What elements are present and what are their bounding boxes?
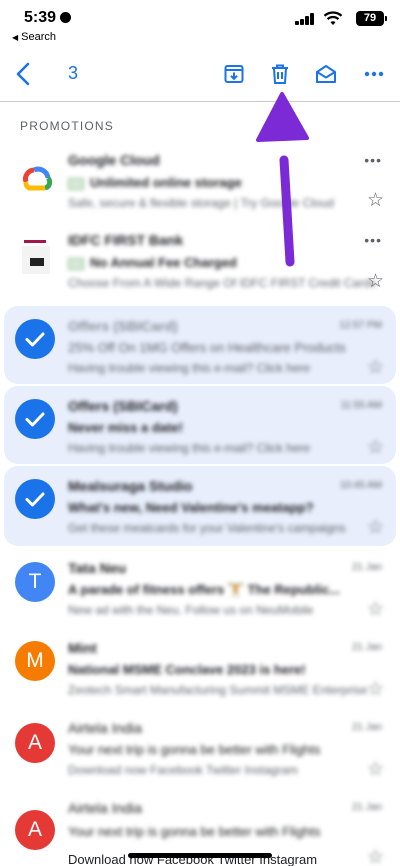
location-icon — [60, 12, 72, 23]
back-triangle-icon: ◀ — [12, 33, 19, 42]
email-sender: IDFC FIRST Bank — [68, 232, 184, 248]
google-cloud-logo — [23, 166, 53, 191]
archive-icon[interactable] — [222, 62, 246, 86]
star-icon[interactable]: ☆ — [367, 848, 384, 866]
battery-indicator: 79 — [356, 11, 387, 26]
email-snippet: New ad with the Neu. Follow us on NeuMob… — [68, 603, 314, 617]
status-bar: 5:39 ◀ Search 79 — [0, 0, 400, 48]
selection-toolbar: 3 — [0, 48, 400, 102]
star-icon[interactable]: ☆ — [367, 680, 384, 699]
star-icon[interactable]: ☆ — [367, 191, 384, 210]
checkmark-icon — [25, 332, 45, 347]
email-date: 11:55 AM — [340, 400, 382, 411]
email-date: 10:45 AM — [339, 480, 382, 491]
email-sender: Mealsuraga Studio — [68, 478, 193, 494]
email-date: 21 Jan — [351, 562, 382, 573]
sender-avatar: A — [15, 723, 55, 763]
mark-read-icon[interactable] — [314, 62, 338, 86]
email-sender: Offers (SBICard) — [68, 318, 178, 334]
email-row[interactable]: M Mint National MSME Conclave 2023 is he… — [0, 628, 400, 708]
email-date: 12:57 PM — [339, 320, 382, 331]
email-row-selected[interactable]: Offers (SBICard) 25% Off On 1MG Offers o… — [4, 306, 396, 384]
email-row-selected[interactable]: Offers (SBICard) Never miss a date! Havi… — [4, 386, 396, 464]
email-subject: Never miss a date! — [68, 420, 183, 435]
email-subject: National MSME Conclave 2023 is here! — [68, 662, 306, 677]
sender-avatar: A — [15, 810, 55, 850]
selected-check-avatar[interactable] — [15, 479, 55, 519]
email-sender: Offers (SBICard) — [68, 398, 178, 414]
row-more-icon[interactable]: ••• — [364, 232, 382, 248]
email-subject: Your next trip is gonna be better with F… — [68, 824, 321, 839]
email-date: 21 Jan — [351, 722, 382, 733]
email-row[interactable]: T Tata Neu A parade of fitness offers 🏋 … — [0, 548, 400, 628]
star-icon[interactable]: ☆ — [367, 760, 384, 779]
email-subject: Unlimited online storage — [68, 175, 242, 190]
email-date: 21 Jan — [351, 802, 382, 813]
selected-count: 3 — [68, 63, 79, 83]
email-snippet: Having trouble viewing this e-mail? Clic… — [68, 361, 311, 375]
email-snippet: Choose From A Wide Range Of IDFC FIRST C… — [68, 276, 376, 290]
delete-icon[interactable] — [268, 62, 292, 86]
email-sender: Google Cloud — [68, 152, 160, 168]
more-options-icon[interactable] — [362, 62, 386, 86]
cellular-signal-icon — [295, 13, 315, 25]
email-sender: Airtela India — [68, 720, 142, 736]
star-icon[interactable]: ☆ — [367, 272, 384, 291]
star-icon[interactable]: ☆ — [367, 518, 384, 537]
star-icon[interactable]: ☆ — [367, 600, 384, 619]
email-snippet: Having trouble viewing this e-mail? Clic… — [68, 441, 311, 455]
section-label: PROMOTIONS — [20, 119, 115, 133]
back-arrow-icon[interactable] — [12, 60, 36, 88]
email-subject: Your next trip is gonna be better with F… — [68, 742, 321, 757]
email-date: 21 Jan — [351, 642, 382, 653]
star-icon[interactable]: ☆ — [367, 438, 384, 457]
email-snippet: Download now Facebook Twitter Instagram — [68, 763, 298, 777]
bank-logo — [22, 240, 50, 274]
star-icon[interactable]: ☆ — [367, 358, 384, 377]
email-snippet: Safe, secure & flexible storage | Try Go… — [68, 196, 334, 210]
email-sender: Tata Neu — [68, 560, 127, 576]
checkmark-icon — [25, 412, 45, 427]
email-snippet: Get these meatcards for your Valentine's… — [68, 521, 346, 535]
home-indicator — [128, 853, 272, 858]
status-time: 5:39 — [24, 9, 72, 27]
email-subject: What's new, Need Valentine's meatapp? — [68, 500, 314, 515]
row-more-icon[interactable]: ••• — [364, 152, 382, 168]
sender-avatar: T — [15, 562, 55, 602]
email-row[interactable]: Google Cloud Unlimited online storage Sa… — [0, 140, 400, 220]
email-row[interactable]: A Airtela India Your next trip is gonna … — [0, 708, 400, 788]
checkmark-icon — [25, 492, 45, 507]
email-subject: No Annual Fee Charged — [68, 255, 237, 270]
email-sender: Airtela India — [68, 800, 142, 816]
sender-avatar: M — [15, 641, 55, 681]
email-subject: 25% Off On 1MG Offers on Healthcare Prod… — [68, 340, 346, 355]
selected-check-avatar[interactable] — [15, 399, 55, 439]
selected-check-avatar[interactable] — [15, 319, 55, 359]
back-to-app-link[interactable]: ◀ Search — [12, 31, 56, 43]
email-row-selected[interactable]: Mealsuraga Studio What's new, Need Valen… — [4, 466, 396, 546]
email-snippet: Zeotech Smart Manufacturing Summit MSME … — [68, 683, 368, 697]
email-subject: A parade of fitness offers 🏋 The Republi… — [68, 582, 341, 597]
email-row[interactable]: IDFC FIRST Bank No Annual Fee Charged Ch… — [0, 220, 400, 304]
email-sender: Mint — [68, 640, 97, 656]
wifi-icon — [323, 11, 343, 25]
